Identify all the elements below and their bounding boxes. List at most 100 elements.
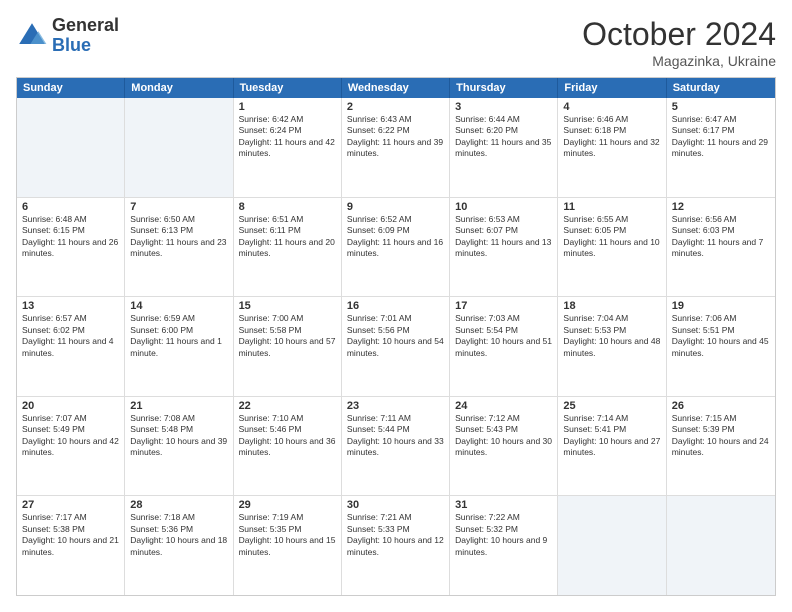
day-cell-10: 10Sunrise: 6:53 AM Sunset: 6:07 PM Dayli… [450,198,558,297]
day-cell-12: 12Sunrise: 6:56 AM Sunset: 6:03 PM Dayli… [667,198,775,297]
day-info: Sunrise: 6:42 AM Sunset: 6:24 PM Dayligh… [239,114,336,160]
day-number: 4 [563,101,660,113]
day-cell-23: 23Sunrise: 7:11 AM Sunset: 5:44 PM Dayli… [342,397,450,496]
header: General Blue October 2024 Magazinka, Ukr… [16,16,776,69]
day-cell-3: 3Sunrise: 6:44 AM Sunset: 6:20 PM Daylig… [450,98,558,197]
weekday-header-monday: Monday [125,78,233,98]
calendar-row-2: 6Sunrise: 6:48 AM Sunset: 6:15 PM Daylig… [17,197,775,297]
calendar-row-3: 13Sunrise: 6:57 AM Sunset: 6:02 PM Dayli… [17,296,775,396]
day-info: Sunrise: 6:47 AM Sunset: 6:17 PM Dayligh… [672,114,770,160]
day-cell-13: 13Sunrise: 6:57 AM Sunset: 6:02 PM Dayli… [17,297,125,396]
day-number: 17 [455,300,552,312]
day-info: Sunrise: 6:56 AM Sunset: 6:03 PM Dayligh… [672,214,770,260]
weekday-header-saturday: Saturday [667,78,775,98]
day-number: 12 [672,201,770,213]
day-cell-1: 1Sunrise: 6:42 AM Sunset: 6:24 PM Daylig… [234,98,342,197]
day-number: 2 [347,101,444,113]
day-number: 28 [130,499,227,511]
calendar-header: SundayMondayTuesdayWednesdayThursdayFrid… [17,78,775,98]
day-cell-31: 31Sunrise: 7:22 AM Sunset: 5:32 PM Dayli… [450,496,558,595]
day-cell-25: 25Sunrise: 7:14 AM Sunset: 5:41 PM Dayli… [558,397,666,496]
day-cell-29: 29Sunrise: 7:19 AM Sunset: 5:35 PM Dayli… [234,496,342,595]
day-info: Sunrise: 7:15 AM Sunset: 5:39 PM Dayligh… [672,413,770,459]
logo-general: General [52,16,119,36]
day-number: 21 [130,400,227,412]
day-number: 24 [455,400,552,412]
day-cell-6: 6Sunrise: 6:48 AM Sunset: 6:15 PM Daylig… [17,198,125,297]
day-number: 1 [239,101,336,113]
day-cell-30: 30Sunrise: 7:21 AM Sunset: 5:33 PM Dayli… [342,496,450,595]
empty-cell [558,496,666,595]
weekday-header-thursday: Thursday [450,78,558,98]
day-info: Sunrise: 6:50 AM Sunset: 6:13 PM Dayligh… [130,214,227,260]
logo: General Blue [16,16,119,56]
title-area: October 2024 Magazinka, Ukraine [582,16,776,69]
day-info: Sunrise: 6:52 AM Sunset: 6:09 PM Dayligh… [347,214,444,260]
day-info: Sunrise: 6:59 AM Sunset: 6:00 PM Dayligh… [130,313,227,359]
day-info: Sunrise: 7:12 AM Sunset: 5:43 PM Dayligh… [455,413,552,459]
weekday-header-sunday: Sunday [17,78,125,98]
day-info: Sunrise: 6:43 AM Sunset: 6:22 PM Dayligh… [347,114,444,160]
day-cell-24: 24Sunrise: 7:12 AM Sunset: 5:43 PM Dayli… [450,397,558,496]
day-cell-22: 22Sunrise: 7:10 AM Sunset: 5:46 PM Dayli… [234,397,342,496]
day-number: 9 [347,201,444,213]
day-cell-19: 19Sunrise: 7:06 AM Sunset: 5:51 PM Dayli… [667,297,775,396]
day-number: 13 [22,300,119,312]
day-info: Sunrise: 7:10 AM Sunset: 5:46 PM Dayligh… [239,413,336,459]
empty-cell [17,98,125,197]
day-number: 16 [347,300,444,312]
weekday-header-tuesday: Tuesday [234,78,342,98]
calendar: SundayMondayTuesdayWednesdayThursdayFrid… [16,77,776,596]
logo-icon [16,20,48,52]
day-number: 27 [22,499,119,511]
day-number: 15 [239,300,336,312]
day-number: 6 [22,201,119,213]
day-info: Sunrise: 6:55 AM Sunset: 6:05 PM Dayligh… [563,214,660,260]
day-info: Sunrise: 7:21 AM Sunset: 5:33 PM Dayligh… [347,512,444,558]
day-info: Sunrise: 7:04 AM Sunset: 5:53 PM Dayligh… [563,313,660,359]
day-cell-2: 2Sunrise: 6:43 AM Sunset: 6:22 PM Daylig… [342,98,450,197]
day-cell-5: 5Sunrise: 6:47 AM Sunset: 6:17 PM Daylig… [667,98,775,197]
day-info: Sunrise: 6:48 AM Sunset: 6:15 PM Dayligh… [22,214,119,260]
day-cell-14: 14Sunrise: 6:59 AM Sunset: 6:00 PM Dayli… [125,297,233,396]
day-info: Sunrise: 7:08 AM Sunset: 5:48 PM Dayligh… [130,413,227,459]
day-number: 22 [239,400,336,412]
day-cell-28: 28Sunrise: 7:18 AM Sunset: 5:36 PM Dayli… [125,496,233,595]
day-info: Sunrise: 7:14 AM Sunset: 5:41 PM Dayligh… [563,413,660,459]
day-info: Sunrise: 7:11 AM Sunset: 5:44 PM Dayligh… [347,413,444,459]
day-number: 30 [347,499,444,511]
day-info: Sunrise: 7:17 AM Sunset: 5:38 PM Dayligh… [22,512,119,558]
day-cell-17: 17Sunrise: 7:03 AM Sunset: 5:54 PM Dayli… [450,297,558,396]
day-number: 7 [130,201,227,213]
page: General Blue October 2024 Magazinka, Ukr… [0,0,792,612]
day-info: Sunrise: 7:03 AM Sunset: 5:54 PM Dayligh… [455,313,552,359]
weekday-header-wednesday: Wednesday [342,78,450,98]
calendar-body: 1Sunrise: 6:42 AM Sunset: 6:24 PM Daylig… [17,98,775,595]
day-info: Sunrise: 7:06 AM Sunset: 5:51 PM Dayligh… [672,313,770,359]
day-info: Sunrise: 7:00 AM Sunset: 5:58 PM Dayligh… [239,313,336,359]
day-number: 3 [455,101,552,113]
day-number: 26 [672,400,770,412]
day-number: 25 [563,400,660,412]
day-cell-7: 7Sunrise: 6:50 AM Sunset: 6:13 PM Daylig… [125,198,233,297]
calendar-row-1: 1Sunrise: 6:42 AM Sunset: 6:24 PM Daylig… [17,98,775,197]
day-cell-20: 20Sunrise: 7:07 AM Sunset: 5:49 PM Dayli… [17,397,125,496]
day-info: Sunrise: 7:18 AM Sunset: 5:36 PM Dayligh… [130,512,227,558]
day-info: Sunrise: 6:57 AM Sunset: 6:02 PM Dayligh… [22,313,119,359]
empty-cell [125,98,233,197]
day-info: Sunrise: 7:22 AM Sunset: 5:32 PM Dayligh… [455,512,552,558]
calendar-row-5: 27Sunrise: 7:17 AM Sunset: 5:38 PM Dayli… [17,495,775,595]
day-cell-18: 18Sunrise: 7:04 AM Sunset: 5:53 PM Dayli… [558,297,666,396]
day-number: 19 [672,300,770,312]
day-info: Sunrise: 7:01 AM Sunset: 5:56 PM Dayligh… [347,313,444,359]
day-info: Sunrise: 6:53 AM Sunset: 6:07 PM Dayligh… [455,214,552,260]
day-number: 18 [563,300,660,312]
day-number: 10 [455,201,552,213]
day-number: 20 [22,400,119,412]
day-info: Sunrise: 6:51 AM Sunset: 6:11 PM Dayligh… [239,214,336,260]
empty-cell [667,496,775,595]
day-cell-4: 4Sunrise: 6:46 AM Sunset: 6:18 PM Daylig… [558,98,666,197]
weekday-header-friday: Friday [558,78,666,98]
day-info: Sunrise: 7:19 AM Sunset: 5:35 PM Dayligh… [239,512,336,558]
day-cell-11: 11Sunrise: 6:55 AM Sunset: 6:05 PM Dayli… [558,198,666,297]
